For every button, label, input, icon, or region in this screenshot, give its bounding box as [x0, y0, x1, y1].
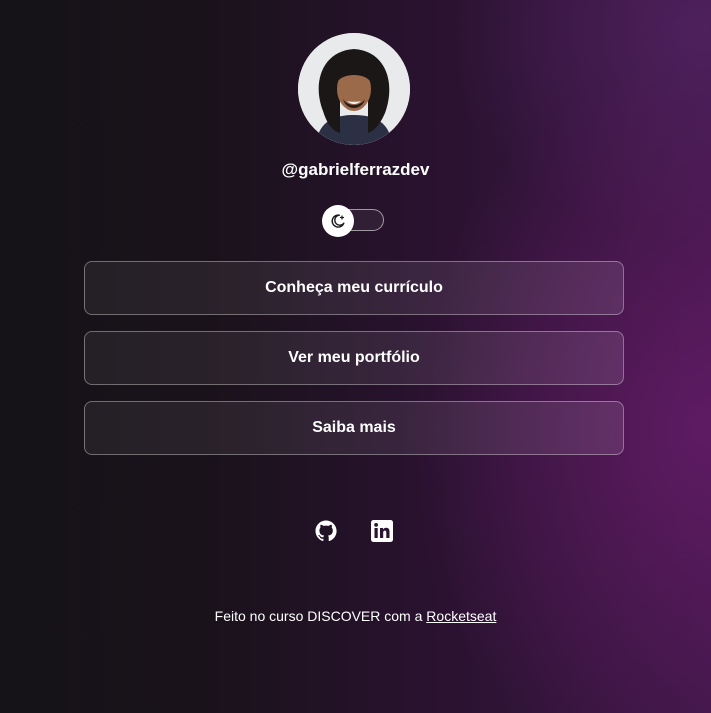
theme-toggle[interactable]: [322, 205, 386, 237]
learn-more-link-button[interactable]: Saiba mais: [84, 401, 624, 455]
linkedin-icon[interactable]: [370, 519, 394, 543]
footer: Feito no curso DISCOVER com a Rocketseat: [0, 607, 711, 625]
github-icon[interactable]: [314, 519, 338, 543]
footer-text: Feito no curso DISCOVER com a: [214, 608, 427, 624]
theme-toggle-knob[interactable]: [322, 205, 354, 237]
rocketseat-link[interactable]: Rocketseat: [426, 608, 496, 624]
curriculum-link-button[interactable]: Conheça meu currículo: [84, 261, 624, 315]
profile-avatar: [298, 33, 410, 145]
profile-username: @gabrielferrazdev: [281, 160, 430, 179]
moon-icon: [331, 214, 345, 228]
portfolio-link-button[interactable]: Ver meu portfólio: [84, 331, 624, 385]
